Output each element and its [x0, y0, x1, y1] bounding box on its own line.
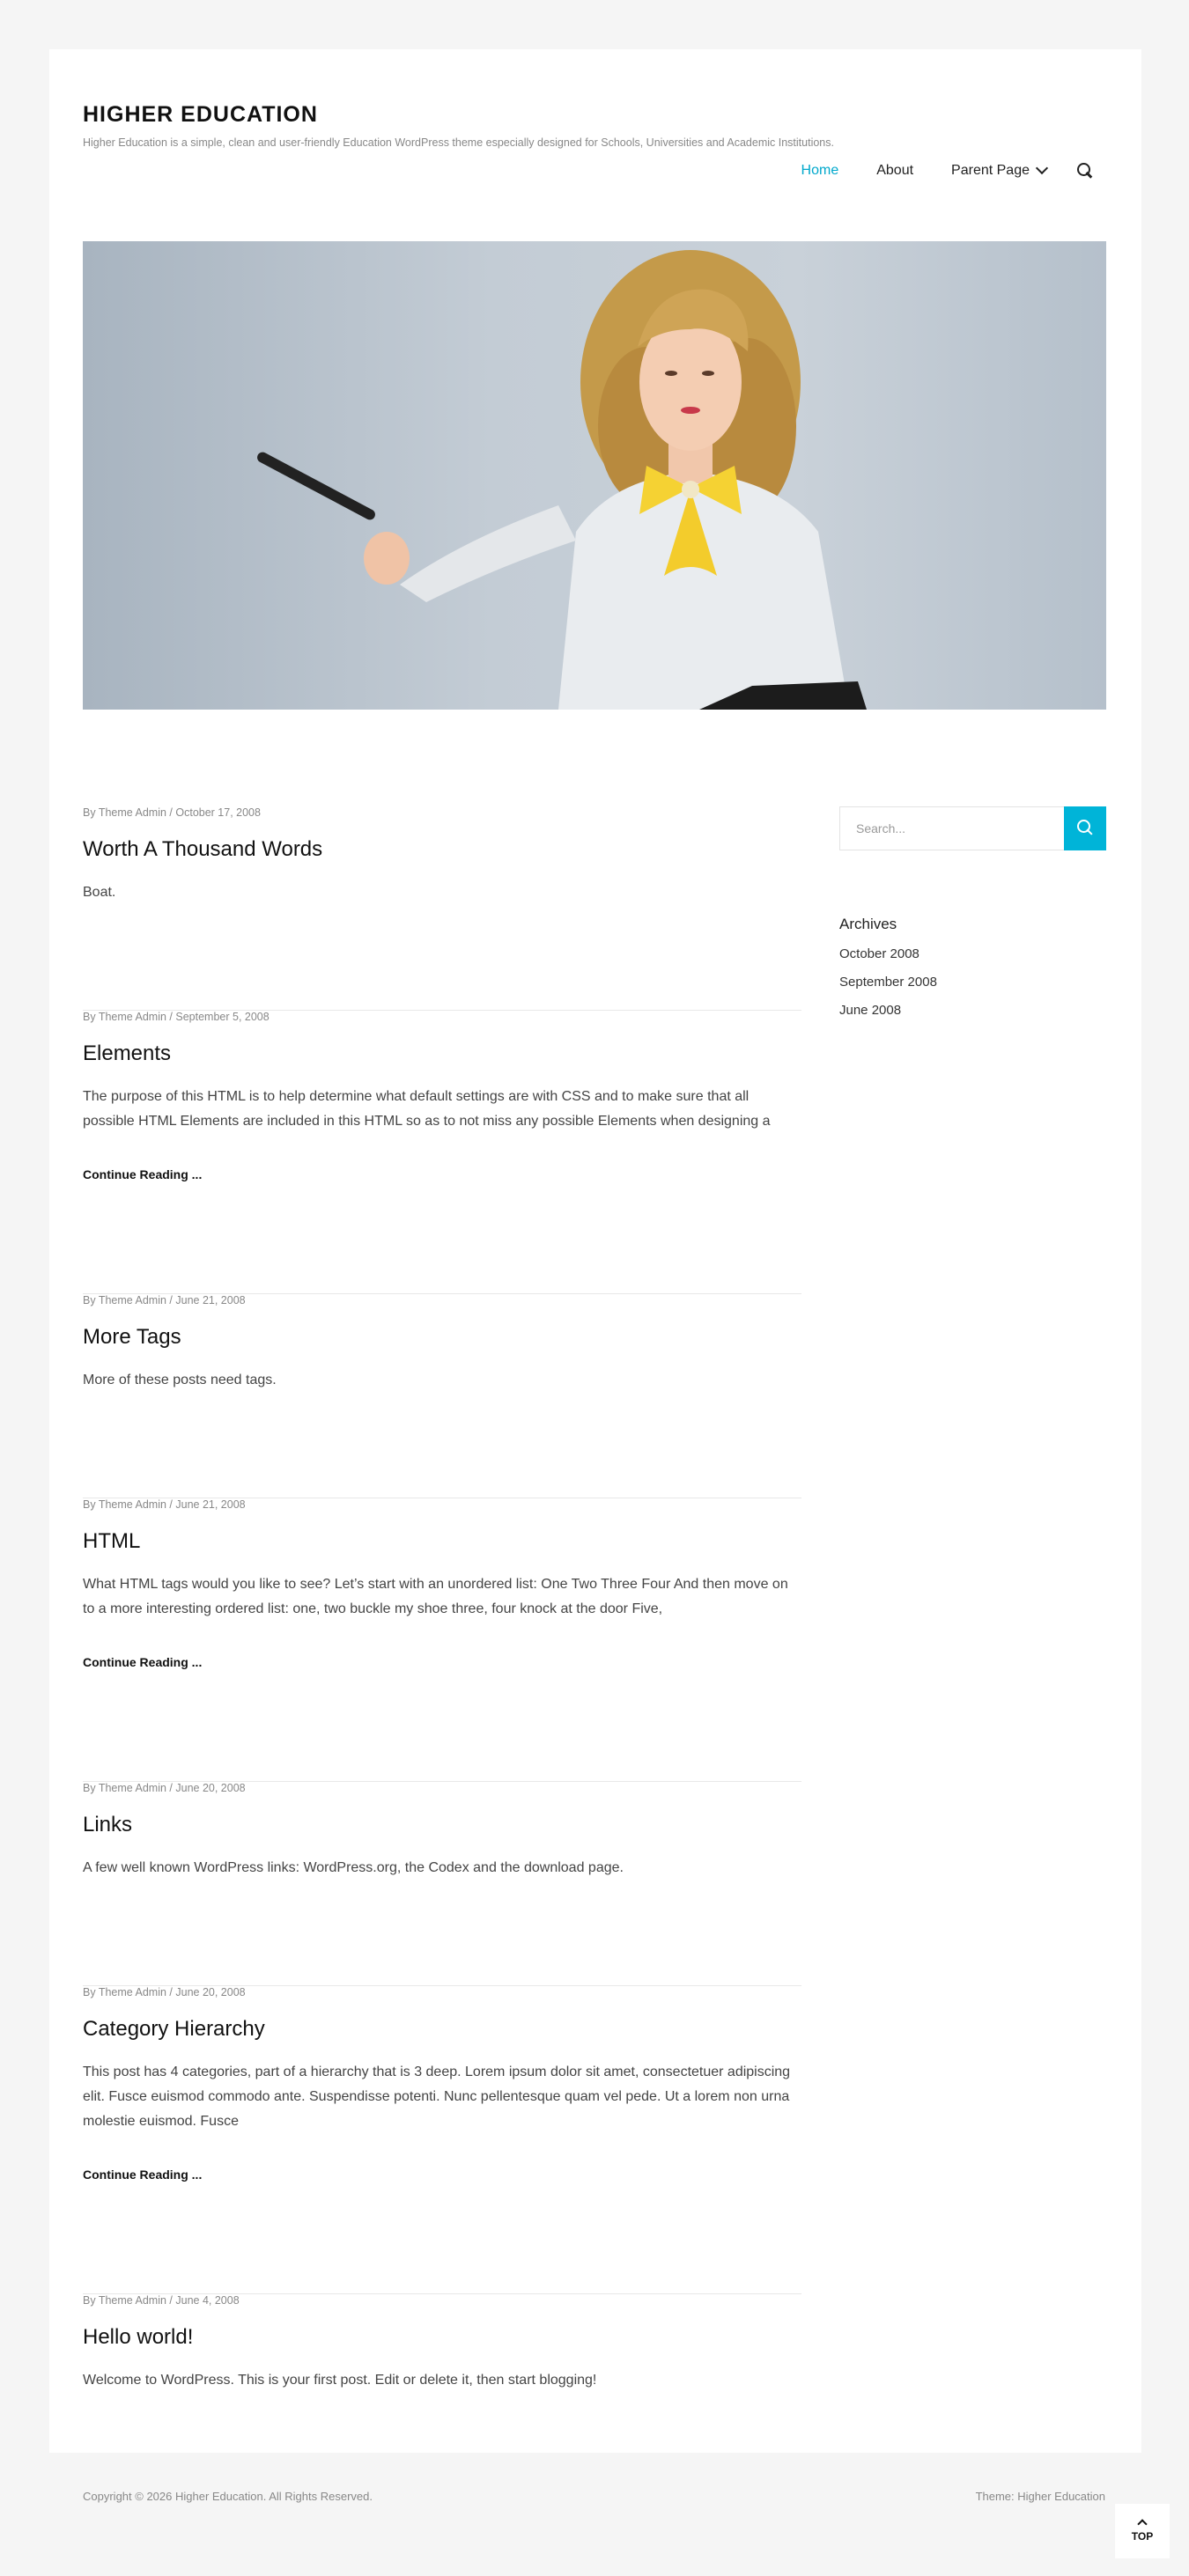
back-to-top-button[interactable]: TOP [1115, 2504, 1170, 2558]
post-excerpt: The purpose of this HTML is to help dete… [83, 1089, 771, 1129]
main-nav: Home About Parent Page [764, 161, 1094, 180]
continue-reading-link[interactable]: Continue Reading ... [83, 1655, 801, 1669]
post-meta: By Theme Admin / June 20, 2008 [83, 1986, 246, 1998]
page-container: HIGHER EDUCATION Higher Education is a s… [49, 49, 1141, 2453]
post-meta: By Theme Admin / September 5, 2008 [83, 1011, 270, 1023]
post-item: By Theme Admin / June 21, 2008 HTML What H… [83, 1498, 801, 1782]
post-excerpt: A few well known WordPress links: WordPr… [83, 1860, 624, 1875]
post-item: By Theme Admin / October 17, 2008 Worth A… [83, 806, 801, 1011]
post-item: By Theme Admin / June 20, 2008 Category H… [83, 1986, 801, 2294]
post-title[interactable]: Category Hierarchy [83, 2017, 801, 2042]
site-title[interactable]: HIGHER EDUCATION [83, 102, 318, 128]
nav-item-home[interactable]: Home [801, 163, 839, 179]
post-title[interactable]: Elements [83, 1041, 801, 1066]
hero-illustration [257, 250, 867, 710]
back-to-top-label: TOP [1131, 2529, 1154, 2543]
post-excerpt: Boat. [83, 885, 116, 900]
archive-link[interactable]: September 2008 [839, 975, 1106, 990]
sidebar: Search... Archives October 2008 Septembe… [839, 806, 1106, 1018]
post-item: By Theme Admin / June 21, 2008 More Tags M… [83, 1294, 801, 1498]
nav-item-about[interactable]: About [876, 163, 913, 179]
footer-copyright: Copyright © 2026 Higher Education. All R… [83, 2490, 373, 2503]
post-item: By Theme Admin / September 5, 2008 Elemen… [83, 1011, 801, 1294]
post-meta: By Theme Admin / June 4, 2008 [83, 2294, 240, 2307]
post-meta: By Theme Admin / June 21, 2008 [83, 1294, 246, 1306]
nav-item-parent-page-label: Parent Page [951, 163, 1030, 178]
hero-image [83, 241, 1106, 710]
continue-reading-link[interactable]: Continue Reading ... [83, 1167, 801, 1181]
post-excerpt: More of these posts need tags. [83, 1373, 277, 1387]
post-list: By Theme Admin / October 17, 2008 Worth A… [83, 806, 801, 2488]
post-excerpt: Welcome to WordPress. This is your first… [83, 2373, 597, 2388]
post-meta: By Theme Admin / October 17, 2008 [83, 806, 261, 819]
search-input[interactable]: Search... [839, 806, 1064, 850]
post-title[interactable]: HTML [83, 1529, 801, 1554]
post-excerpt: What HTML tags would you like to see? Le… [83, 1577, 788, 1616]
archives-title: Archives [839, 916, 897, 932]
search-icon[interactable] [1076, 162, 1094, 180]
search-button[interactable] [1064, 806, 1106, 850]
nav-item-parent-page[interactable]: Parent Page [951, 161, 1049, 179]
archive-link[interactable]: June 2008 [839, 1003, 1106, 1018]
archive-link[interactable]: October 2008 [839, 946, 1106, 961]
site-description: Higher Education is a simple, clean and … [83, 136, 834, 149]
post-title[interactable]: More Tags [83, 1325, 801, 1350]
chevron-up-icon [1137, 2518, 1148, 2529]
post-title[interactable]: Links [83, 1813, 801, 1837]
post-item: By Theme Admin / June 20, 2008 Links A few… [83, 1782, 801, 1986]
post-title[interactable]: Hello world! [83, 2325, 801, 2350]
continue-reading-link[interactable]: Continue Reading ... [83, 2168, 801, 2182]
post-title[interactable]: Worth A Thousand Words [83, 837, 801, 862]
post-meta: By Theme Admin / June 21, 2008 [83, 1498, 246, 1511]
post-excerpt: This post has 4 categories, part of a hi… [83, 2064, 791, 2129]
search-form: Search... [839, 806, 1106, 850]
post-meta: By Theme Admin / June 20, 2008 [83, 1782, 246, 1794]
chevron-down-icon [1035, 161, 1049, 175]
post-item: By Theme Admin / June 4, 2008 Hello world… [83, 2294, 801, 2488]
footer-theme-credit[interactable]: Theme: Higher Education [976, 2490, 1105, 2503]
